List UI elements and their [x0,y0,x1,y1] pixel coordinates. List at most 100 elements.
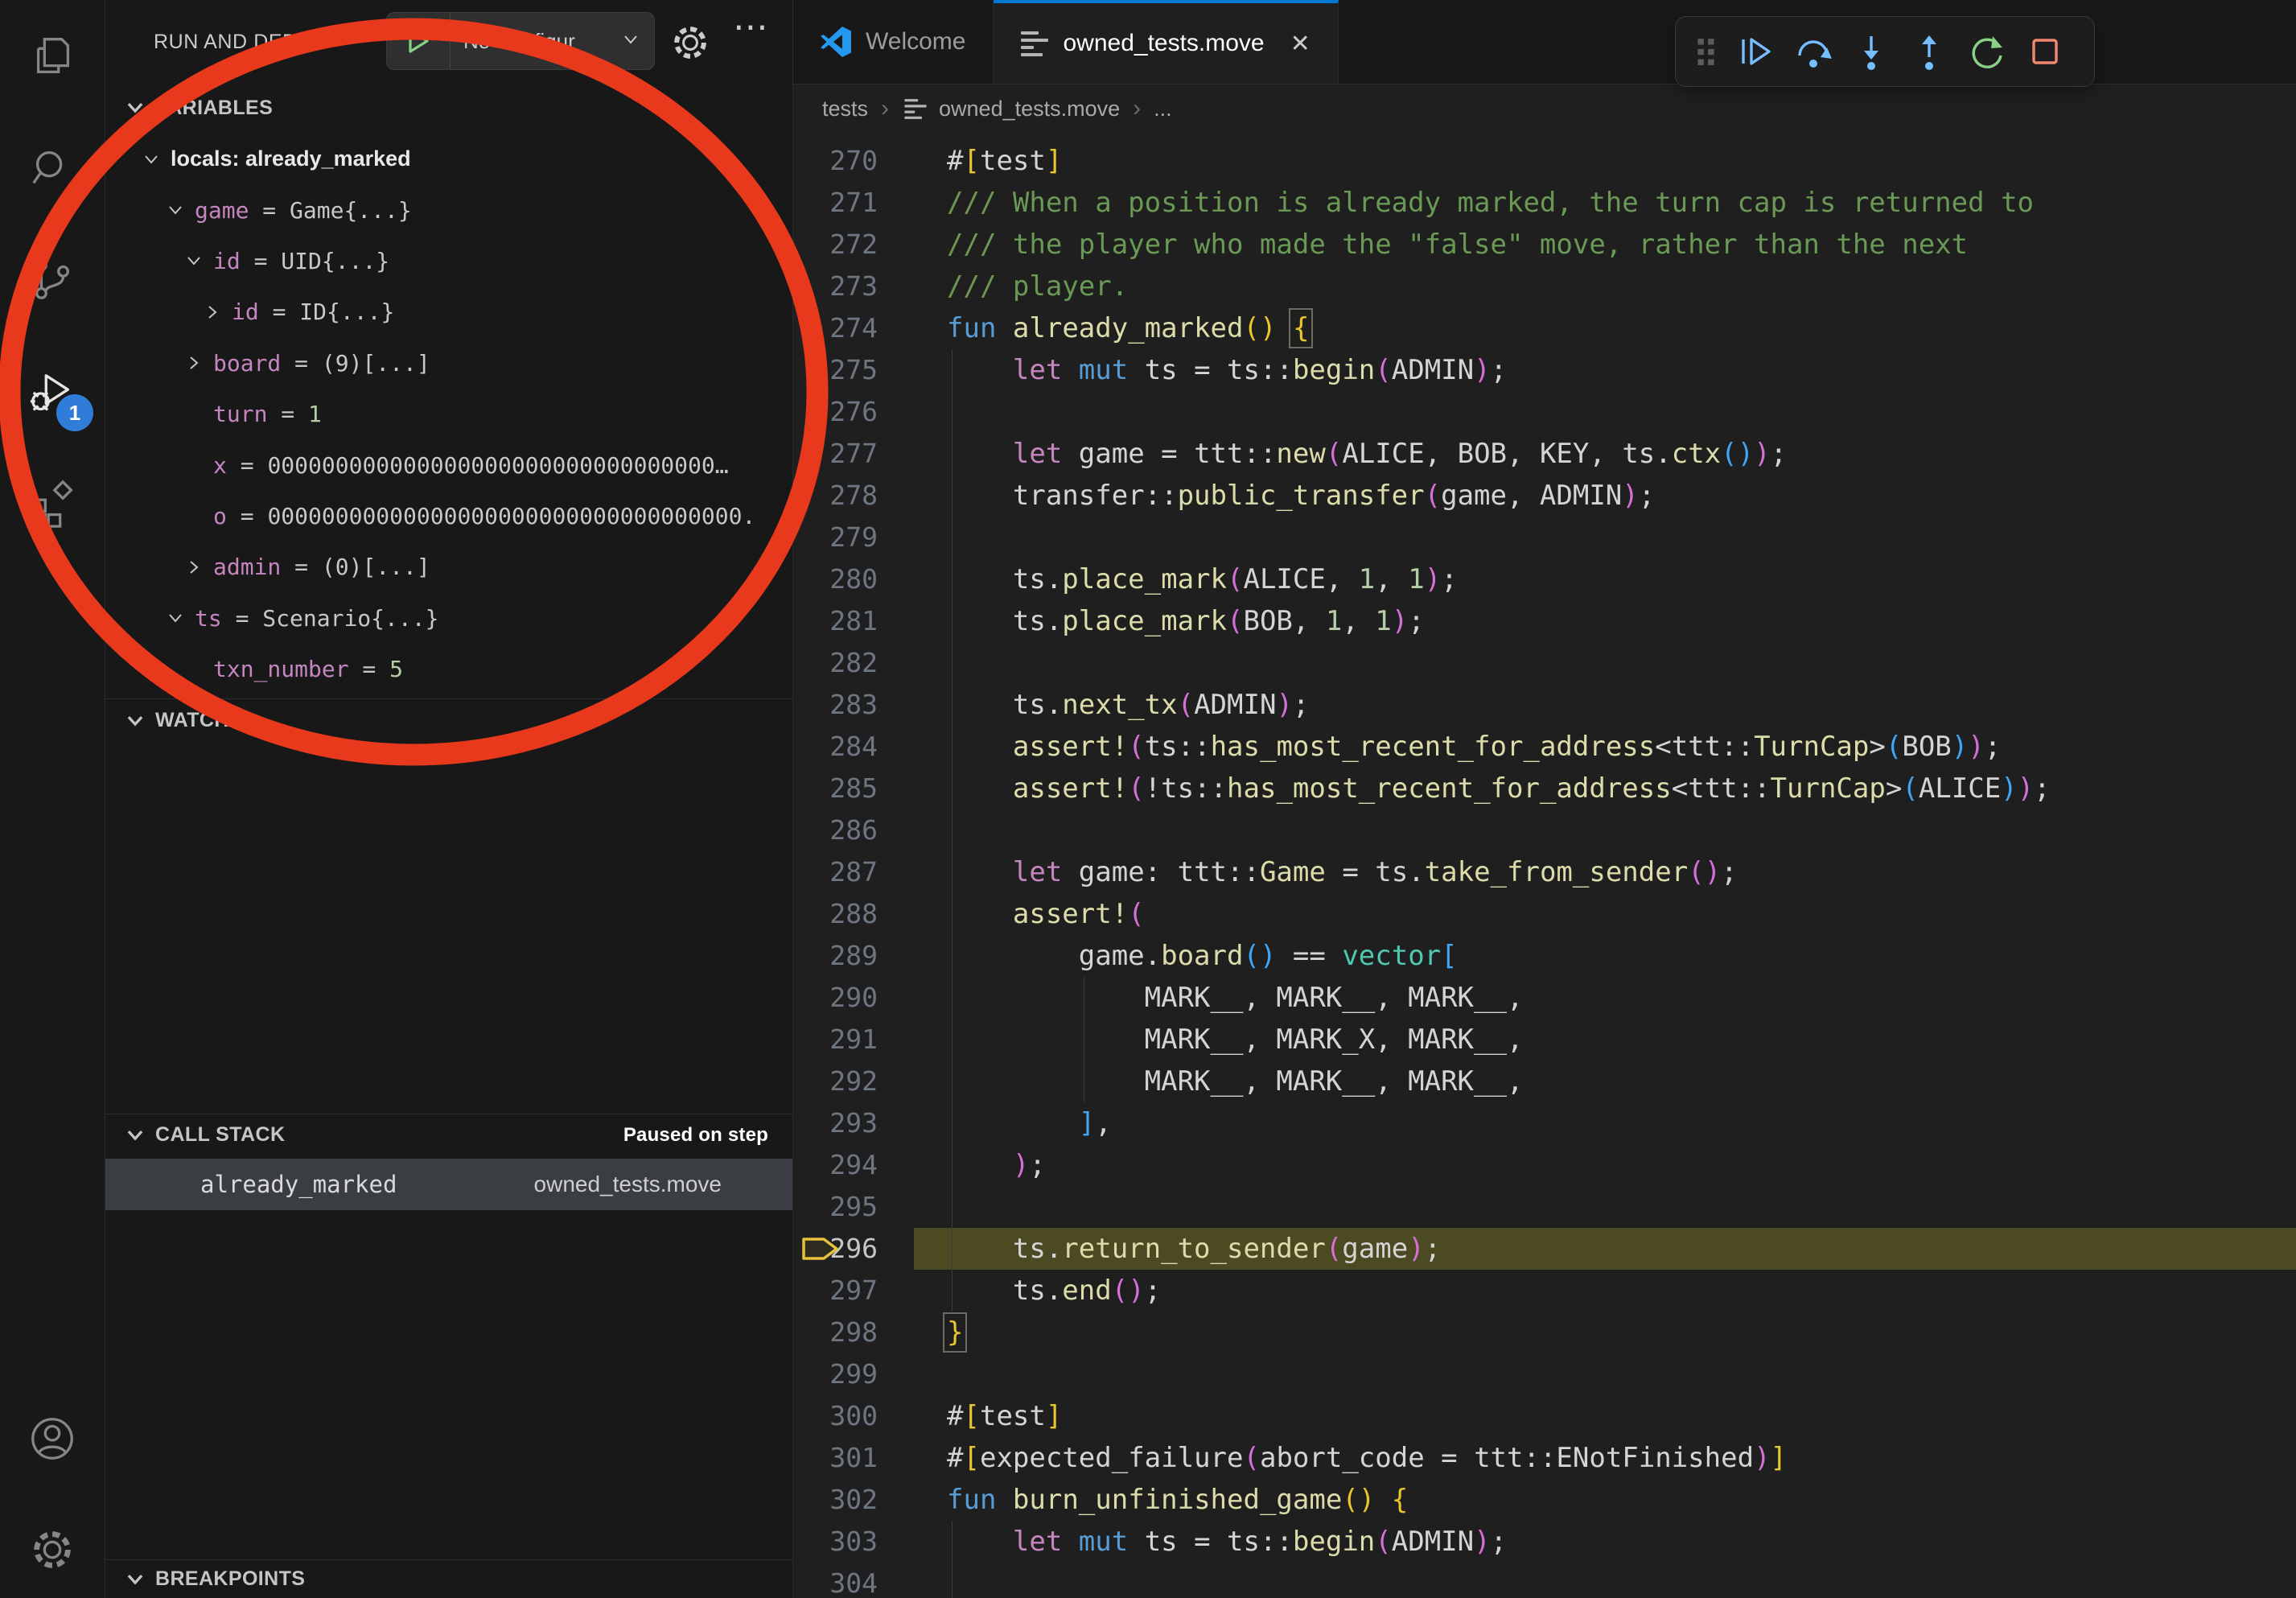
code-line[interactable]: 271/// When a position is already marked… [793,182,2296,224]
paused-status-badge: Paused on step [623,1124,768,1147]
variable-row[interactable]: admin = (0)[...] [105,542,792,592]
code-line[interactable]: 292 MARK__, MARK__, MARK__, [793,1061,2296,1102]
settings-gear-icon[interactable] [0,1501,105,1598]
code-line[interactable]: 304 [793,1563,2296,1598]
variable-row[interactable]: o = 00000000000000000000000000000000000. [105,491,792,542]
breadcrumb: tests › owned_tests.move › ... [793,84,2296,134]
code-line[interactable]: 276 [793,391,2296,433]
extensions-icon[interactable] [0,456,105,553]
variable-row[interactable]: game = Game{...} [105,184,792,235]
more-actions-icon[interactable]: ⋯ [726,6,775,63]
code-line[interactable]: 286 [793,809,2296,851]
move-file-icon [904,96,926,122]
explorer-icon[interactable] [0,8,105,105]
chevron-down-icon [619,27,654,56]
variable-row[interactable]: id = UID{...} [105,236,792,286]
breakpoints-section-header[interactable]: BREAKPOINTS [105,1559,792,1598]
move-file-icon [1021,27,1048,60]
code-line[interactable]: 291 MARK__, MARK_X, MARK__, [793,1019,2296,1061]
step-out-button[interactable] [1903,23,1956,80]
code-line[interactable]: 275 let mut ts = ts::begin(ADMIN); [793,349,2296,391]
code-lines: 270#[test]271/// When a position is alre… [793,134,2296,1598]
toolbar-drag-grip[interactable] [1689,37,1724,66]
chevron-down-icon [142,150,161,169]
code-line[interactable]: 296 ts.return_to_sender(game); [793,1228,2296,1270]
call-stack-frame[interactable]: already_marked owned_tests.move [105,1159,792,1210]
debug-toolbar [1675,16,2095,87]
code-line[interactable]: 277 let game = ttt::new(ALICE, BOB, KEY,… [793,433,2296,475]
activity-bar: 1 [0,0,105,1598]
config-dropdown-label: No Configur [451,29,619,54]
code-line[interactable]: 285 assert!(!ts::has_most_recent_for_add… [793,768,2296,809]
variables-section-header[interactable]: VARIABLES [105,85,792,130]
code-line[interactable]: 273/// player. [793,266,2296,307]
code-line[interactable]: 298} [793,1312,2296,1353]
breadcrumb-item-symbol[interactable]: ... [1154,97,1172,121]
start-debug-button[interactable] [387,13,451,69]
code-line[interactable]: 302fun burn_unfinished_game() { [793,1479,2296,1521]
code-line[interactable]: 287 let game: ttt::Game = ts.take_from_s… [793,851,2296,893]
close-tab-icon[interactable]: ✕ [1290,30,1311,58]
chevron-down-icon [166,200,185,220]
debug-badge: 1 [56,394,93,431]
account-icon[interactable] [0,1390,105,1487]
play-icon [405,27,431,55]
step-into-button[interactable] [1845,23,1898,80]
breadcrumb-separator: › [1133,95,1141,122]
variable-row[interactable]: turn = 1 [105,389,792,439]
variable-row[interactable]: x = 000000000000000000000000000000000… [105,439,792,490]
vscode-window: 1 RUN AND DEBUG No Configur [0,0,2296,1598]
code-line[interactable]: 301#[expected_failure(abort_code = ttt::… [793,1437,2296,1479]
variable-row[interactable]: locals: already_marked [105,134,792,184]
variables-tree: locals: already_markedgame = Game{...}id… [105,134,792,694]
code-line[interactable]: 303 let mut ts = ts::begin(ADMIN); [793,1521,2296,1563]
current-frame-icon [801,1237,840,1261]
code-line[interactable]: 300#[test] [793,1395,2296,1437]
debug-config-dropdown[interactable]: No Configur [386,12,655,70]
variable-row[interactable]: ts = Scenario{...} [105,593,792,644]
vscode-logo-icon [821,27,851,57]
variable-row[interactable]: id = ID{...} [105,286,792,337]
continue-button[interactable] [1729,23,1782,80]
code-line[interactable]: 294 ); [793,1144,2296,1186]
breadcrumb-item-tests[interactable]: tests [822,97,868,121]
code-line[interactable]: 272/// the player who made the "false" m… [793,224,2296,266]
watch-section-header[interactable]: WATCH [105,698,792,742]
chevron-down-icon [184,251,204,270]
sidebar-title: RUN AND DEBUG [154,31,327,54]
code-line[interactable]: 284 assert!(ts::has_most_recent_for_addr… [793,726,2296,768]
variable-row[interactable]: board = (9)[...] [105,338,792,389]
breadcrumb-separator: › [881,95,889,122]
code-line[interactable]: 270#[test] [793,140,2296,182]
code-line[interactable]: 297 ts.end(); [793,1270,2296,1312]
chevron-right-icon [184,558,204,577]
code-line[interactable]: 289 game.board() == vector[ [793,935,2296,977]
call-stack-section-header[interactable]: CALL STACK Paused on step [105,1114,792,1155]
restart-button[interactable] [1961,23,2014,80]
variable-row[interactable]: txn_number = 5 [105,644,792,694]
code-line[interactable]: 293 ], [793,1102,2296,1144]
code-line[interactable]: 279 [793,517,2296,558]
code-line[interactable]: 280 ts.place_mark(ALICE, 1, 1); [793,558,2296,600]
search-icon[interactable] [0,121,105,217]
code-line[interactable]: 299 [793,1353,2296,1395]
code-line[interactable]: 278 transfer::public_transfer(game, ADMI… [793,475,2296,517]
code-line[interactable]: 282 [793,642,2296,684]
step-over-button[interactable] [1787,23,1840,80]
editor-group: Welcome owned_tests.move ✕ tests › owned… [793,0,2296,1598]
breadcrumb-item-file[interactable]: owned_tests.move [939,97,1120,121]
code-line[interactable]: 281 ts.place_mark(BOB, 1, 1); [793,600,2296,642]
debug-settings-gear-icon[interactable] [669,21,712,64]
source-control-icon[interactable] [0,231,105,327]
chevron-right-icon [203,303,222,322]
tab-owned-tests-move[interactable]: owned_tests.move ✕ [994,0,1338,84]
code-line[interactable]: 295 [793,1186,2296,1228]
tab-welcome[interactable]: Welcome [793,0,994,84]
run-debug-sidebar: RUN AND DEBUG No Configur ⋯ VARIABLES lo… [105,0,793,1598]
code-line[interactable]: 274fun already_marked() { [793,307,2296,349]
run-and-debug-icon[interactable]: 1 [0,346,105,443]
code-line[interactable]: 283 ts.next_tx(ADMIN); [793,684,2296,726]
stop-button[interactable] [2018,23,2072,80]
code-line[interactable]: 290 MARK__, MARK__, MARK__, [793,977,2296,1019]
code-line[interactable]: 288 assert!( [793,893,2296,935]
